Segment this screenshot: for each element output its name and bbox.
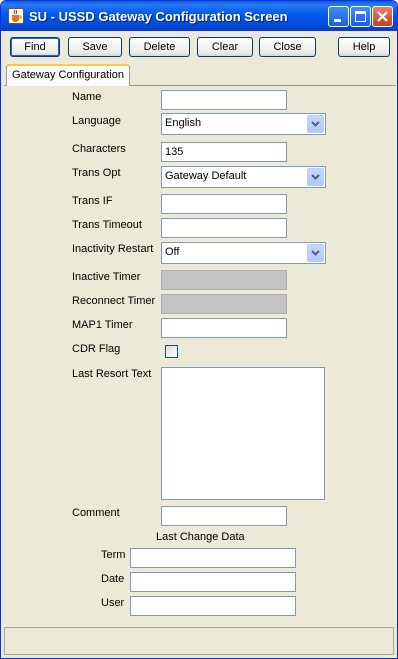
minimize-icon xyxy=(334,19,341,22)
chevron-down-icon[interactable] xyxy=(307,115,324,133)
trans-timeout-label: Trans Timeout xyxy=(72,219,142,231)
java-cup-icon xyxy=(8,8,24,24)
status-bar xyxy=(4,627,394,655)
trans-if-field[interactable] xyxy=(161,194,287,214)
last-resort-text-area[interactable] xyxy=(161,367,325,500)
date-field[interactable] xyxy=(130,572,296,592)
trans-if-label: Trans IF xyxy=(72,195,113,207)
language-value: English xyxy=(165,117,202,129)
trans-opt-value: Gateway Default xyxy=(165,170,247,182)
comment-field[interactable] xyxy=(161,506,287,526)
date-label: Date xyxy=(101,573,125,585)
inactive-timer-label: Inactive Timer xyxy=(72,271,141,283)
characters-label: Characters xyxy=(72,143,126,155)
minimize-button[interactable] xyxy=(328,6,349,27)
cdr-flag-checkbox[interactable] xyxy=(165,345,178,358)
trans-timeout-field[interactable] xyxy=(161,218,287,238)
tab-strip: Gateway Configuration xyxy=(4,64,396,87)
app-window: SU - USSD Gateway Configuration Screen F… xyxy=(0,0,398,659)
chevron-down-icon[interactable] xyxy=(307,168,324,186)
user-field[interactable] xyxy=(130,596,296,616)
clear-button[interactable]: Clear xyxy=(197,37,253,57)
term-field[interactable] xyxy=(130,548,296,568)
help-button[interactable]: Help xyxy=(338,37,390,57)
title-bar[interactable]: SU - USSD Gateway Configuration Screen xyxy=(1,1,397,31)
name-label: Name xyxy=(72,91,102,103)
inactive-timer-field xyxy=(161,270,287,290)
chevron-down-icon[interactable] xyxy=(307,244,324,262)
tab-gateway-configuration[interactable]: Gateway Configuration xyxy=(6,64,130,87)
characters-field[interactable]: 135 xyxy=(161,142,287,162)
close-icon xyxy=(377,11,388,22)
last-change-heading: Last Change Data xyxy=(156,531,245,543)
reconnect-timer-field xyxy=(161,294,287,314)
name-field[interactable] xyxy=(161,90,287,110)
comment-label: Comment xyxy=(72,507,120,519)
language-label: Language xyxy=(72,115,121,127)
save-button[interactable]: Save xyxy=(68,37,122,57)
inactivity-restart-label: Inactivity Restart xyxy=(72,243,154,255)
toolbar: Find Save Delete Clear Close Help xyxy=(1,31,397,61)
map1-timer-field[interactable] xyxy=(161,318,287,338)
close-button[interactable]: Close xyxy=(259,37,316,57)
last-resort-text-label: Last Resort Text xyxy=(72,368,152,380)
close-window-button[interactable] xyxy=(372,6,393,27)
cdr-flag-label: CDR Flag xyxy=(72,343,121,355)
maximize-button[interactable] xyxy=(350,6,371,27)
window-title: SU - USSD Gateway Configuration Screen xyxy=(29,9,288,24)
find-button[interactable]: Find xyxy=(10,37,60,57)
trans-opt-label: Trans Opt xyxy=(72,167,121,179)
user-label: User xyxy=(101,597,125,609)
reconnect-timer-label: Reconnect Timer xyxy=(72,295,156,307)
inactivity-restart-select[interactable]: Off xyxy=(161,242,326,264)
maximize-icon xyxy=(355,11,366,22)
map1-timer-label: MAP1 Timer xyxy=(72,319,133,331)
term-label: Term xyxy=(101,549,126,561)
language-select[interactable]: English xyxy=(161,113,326,135)
trans-opt-select[interactable]: Gateway Default xyxy=(161,166,326,188)
delete-button[interactable]: Delete xyxy=(129,37,190,57)
gateway-configuration-panel: Name Language English Characters 135 Tra… xyxy=(4,86,396,624)
inactivity-restart-value: Off xyxy=(165,246,180,258)
